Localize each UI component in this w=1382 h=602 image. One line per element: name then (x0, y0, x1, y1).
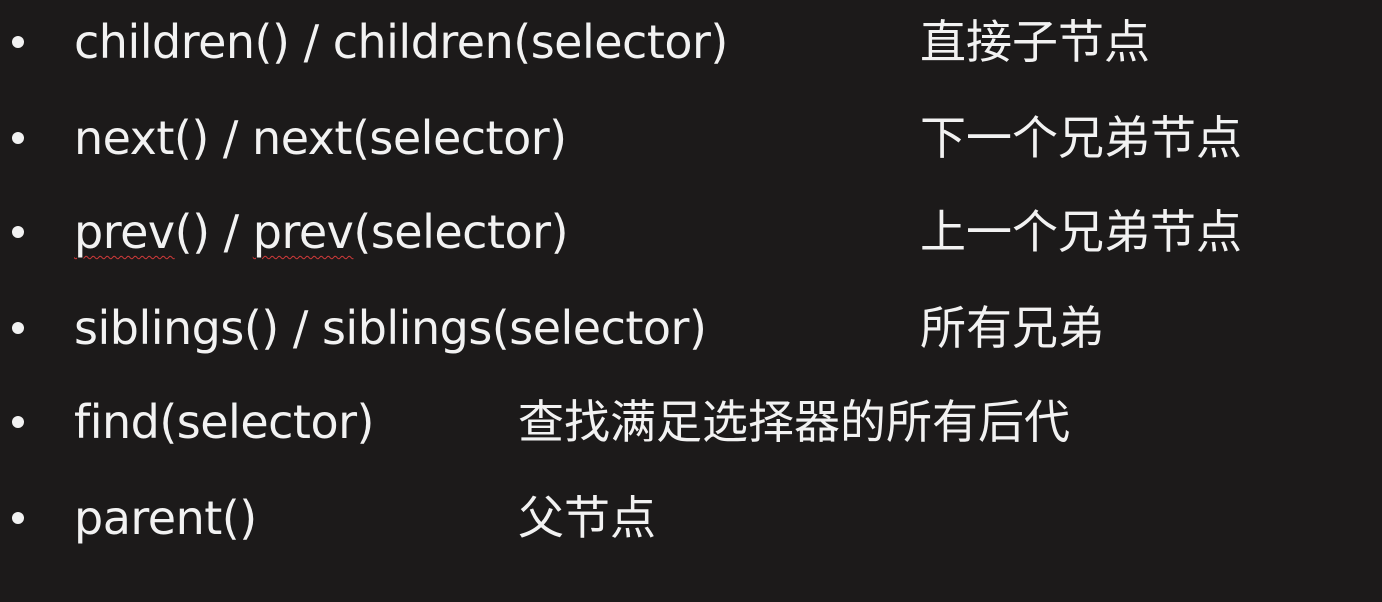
method-text: () / (174, 205, 253, 259)
method-label: next() / next(selector) (74, 111, 567, 165)
method-text: (selector) (353, 205, 569, 259)
method-description: 直接子节点 (920, 15, 1150, 69)
bullet-icon (12, 226, 24, 238)
list-item-parent: parent() 父节点 (0, 482, 1382, 552)
spellcheck-word: prev (74, 205, 175, 259)
list-item-next: next() / next(selector) 下一个兄弟节点 (0, 102, 1382, 172)
list-item-prev: prev() / prev(selector) 上一个兄弟节点 (0, 196, 1382, 266)
method-description: 父节点 (518, 491, 656, 545)
bullet-icon (12, 322, 24, 334)
method-description: 下一个兄弟节点 (920, 111, 1242, 165)
bullet-icon (12, 512, 24, 524)
method-description: 查找满足选择器的所有后代 (518, 395, 1070, 449)
spellcheck-word: prev (252, 205, 354, 259)
list-item-siblings: siblings() / siblings(selector) 所有兄弟 (0, 292, 1382, 362)
method-label: prev() / prev(selector) (74, 204, 569, 260)
method-label: parent() (74, 491, 257, 545)
bullet-icon (12, 36, 24, 48)
method-label: children() / children(selector) (74, 15, 728, 69)
method-description: 所有兄弟 (920, 301, 1104, 355)
method-label: siblings() / siblings(selector) (74, 301, 707, 355)
bullet-icon (12, 416, 24, 428)
bullet-icon (12, 132, 24, 144)
method-description: 上一个兄弟节点 (920, 205, 1242, 259)
method-label: find(selector) (74, 395, 374, 449)
list-item-find: find(selector) 查找满足选择器的所有后代 (0, 386, 1382, 456)
list-item-children: children() / children(selector) 直接子节点 (0, 6, 1382, 76)
slide: children() / children(selector) 直接子节点 ne… (0, 0, 1382, 602)
